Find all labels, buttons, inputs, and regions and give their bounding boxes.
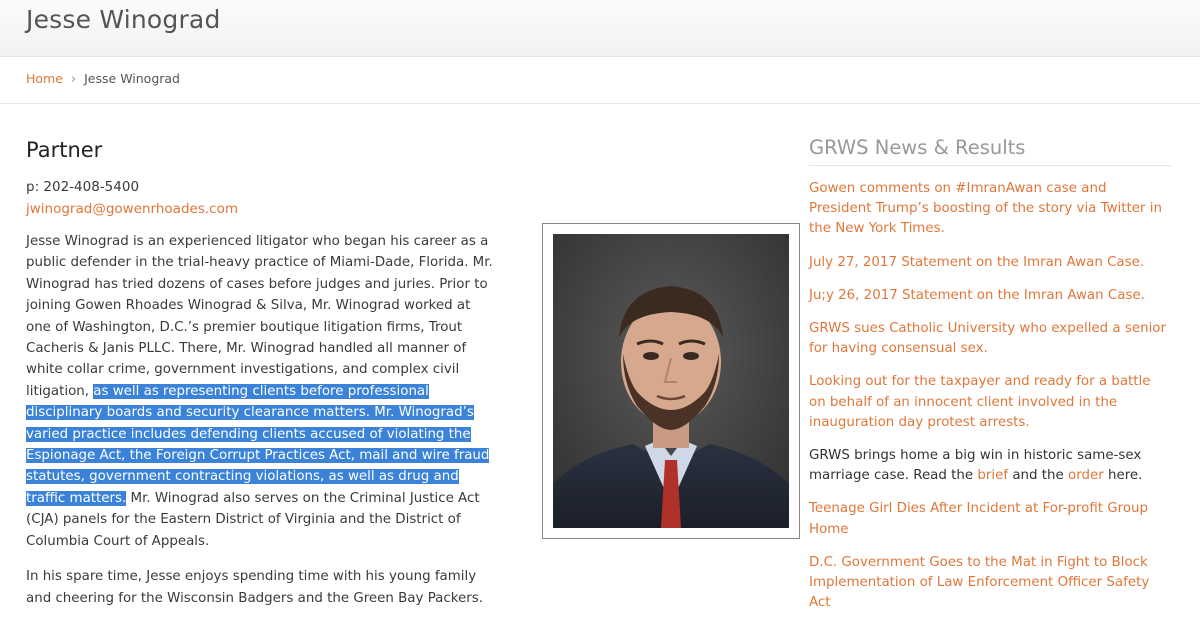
page-title: Jesse Winograd	[26, 5, 221, 34]
news-link[interactable]: July 27, 2017 Statement on the Imran Awa…	[809, 255, 1144, 270]
news-item: D.C. Government Goes to the Mat in Fight…	[809, 553, 1171, 614]
news-link[interactable]: D.C. Government Goes to the Mat in Fight…	[809, 555, 1149, 610]
news-link[interactable]: Gowen comments on #ImranAwan case and Pr…	[809, 181, 1162, 236]
contact-info: p: 202-408-5400 jwinograd@gowenrhoades.c…	[26, 176, 776, 220]
news-list: Gowen comments on #ImranAwan case and Pr…	[809, 179, 1171, 613]
email-link[interactable]: jwinograd@gowenrhoades.com	[26, 201, 238, 217]
profile-photo-frame	[542, 223, 800, 539]
news-link[interactable]: Teenage Girl Dies After Incident at For-…	[809, 501, 1148, 536]
profile-main: Partner p: 202-408-5400 jwinograd@gowenr…	[26, 132, 800, 623]
news-item: Looking out for the taxpayer and ready f…	[809, 372, 1171, 433]
news-sidebar: GRWS News & Results Gowen comments on #I…	[809, 132, 1171, 613]
news-item: Teenage Girl Dies After Incident at For-…	[809, 499, 1171, 539]
order-link[interactable]: order	[1068, 468, 1104, 483]
portrait-image	[553, 234, 789, 528]
breadcrumb-bar: Home › Jesse Winograd	[0, 57, 1200, 104]
site-header: Jesse Winograd	[0, 0, 1200, 57]
news-item: Gowen comments on #ImranAwan case and Pr…	[809, 179, 1171, 240]
bio-text-part1: Jesse Winograd is an experienced litigat…	[26, 234, 493, 399]
news-item: Ju;y 26, 2017 Statement on the Imran Awa…	[809, 286, 1171, 306]
news-text: here.	[1103, 468, 1143, 484]
profile-photo	[553, 234, 789, 528]
news-link[interactable]: Ju;y 26, 2017 Statement on the Imran Awa…	[809, 288, 1145, 303]
bio-selected-text: as well as representing clients before p…	[26, 383, 490, 506]
breadcrumb: Home › Jesse Winograd	[26, 71, 180, 87]
bio-paragraph: Jesse Winograd is an experienced litigat…	[26, 231, 496, 552]
brief-link[interactable]: brief	[977, 468, 1008, 483]
news-link[interactable]: Looking out for the taxpayer and ready f…	[809, 374, 1151, 429]
bio-section: Jesse Winograd is an experienced litigat…	[26, 223, 800, 609]
news-link[interactable]: GRWS sues Catholic University who expell…	[809, 321, 1166, 356]
phone-number: p: 202-408-5400	[26, 179, 140, 195]
breadcrumb-home-link[interactable]: Home	[26, 71, 63, 86]
bio-paragraph-2: In his spare time, Jesse enjoys spending…	[26, 569, 483, 606]
news-text: and the	[1008, 468, 1069, 484]
news-item: GRWS sues Catholic University who expell…	[809, 319, 1171, 359]
news-item: July 27, 2017 Statement on the Imran Awa…	[809, 253, 1171, 273]
profile-role: Partner	[26, 138, 103, 162]
chevron-right-icon: ›	[70, 72, 77, 87]
bio-text: Jesse Winograd is an experienced litigat…	[26, 231, 496, 609]
breadcrumb-current: Jesse Winograd	[84, 71, 180, 86]
news-item: GRWS brings home a big win in historic s…	[809, 446, 1171, 486]
sidebar-title: GRWS News & Results	[809, 136, 1171, 166]
